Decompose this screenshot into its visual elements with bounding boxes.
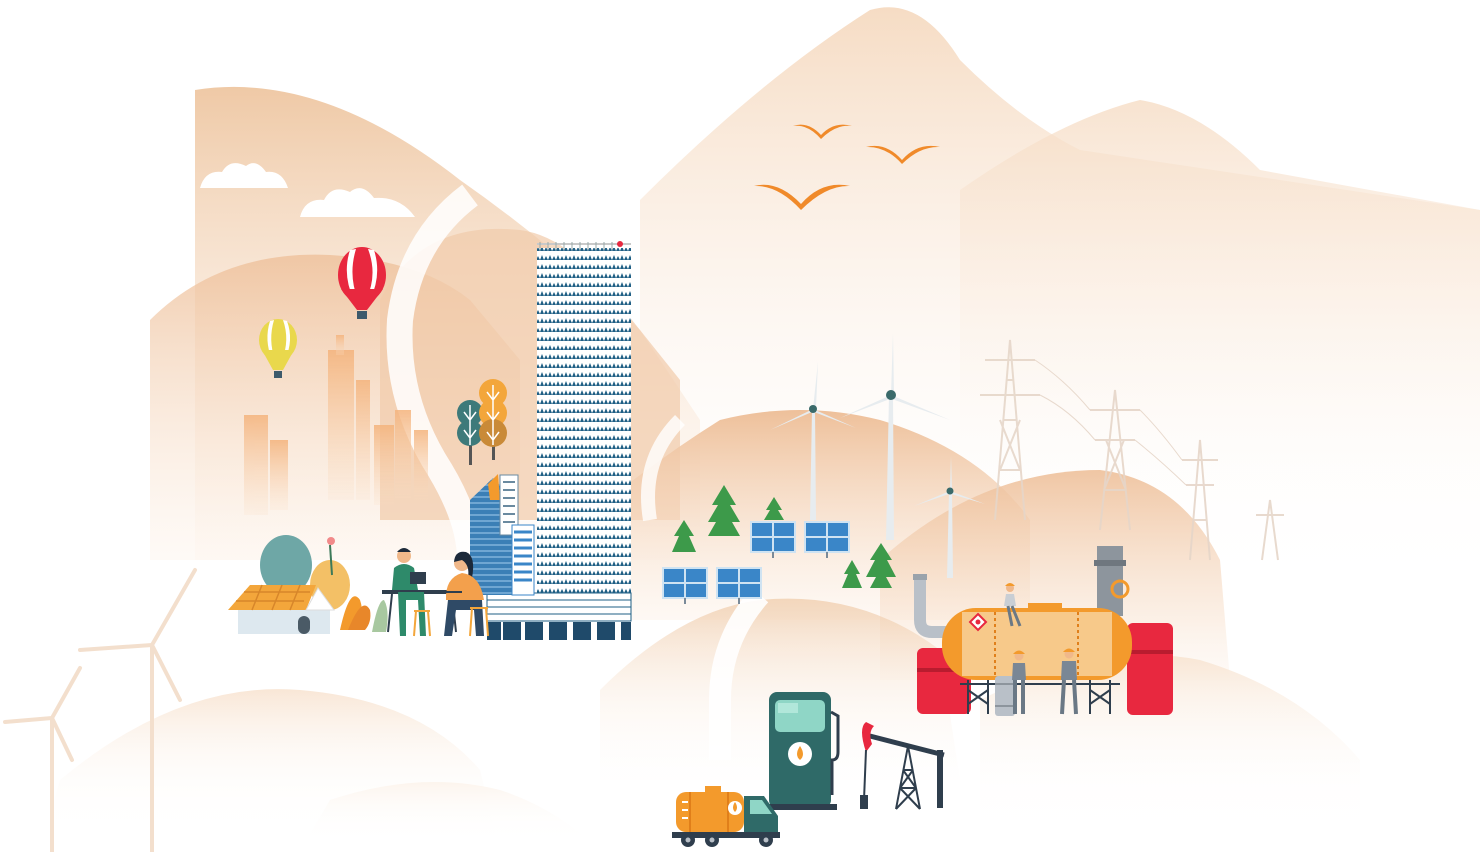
- house-icon: [228, 584, 335, 634]
- solar-panel-icon: [804, 521, 850, 558]
- fuel-pump-icon: [763, 692, 840, 810]
- energy-landscape-illustration: [0, 0, 1480, 852]
- solar-panel-icon: [750, 521, 796, 558]
- illustration-canvas: [0, 7, 1480, 852]
- solar-panel-icon: [716, 567, 762, 604]
- storage-tank-icon: [942, 603, 1132, 680]
- solar-panel-icon: [662, 567, 708, 604]
- fuel-station: [763, 692, 840, 810]
- background-mountains: [0, 7, 1480, 852]
